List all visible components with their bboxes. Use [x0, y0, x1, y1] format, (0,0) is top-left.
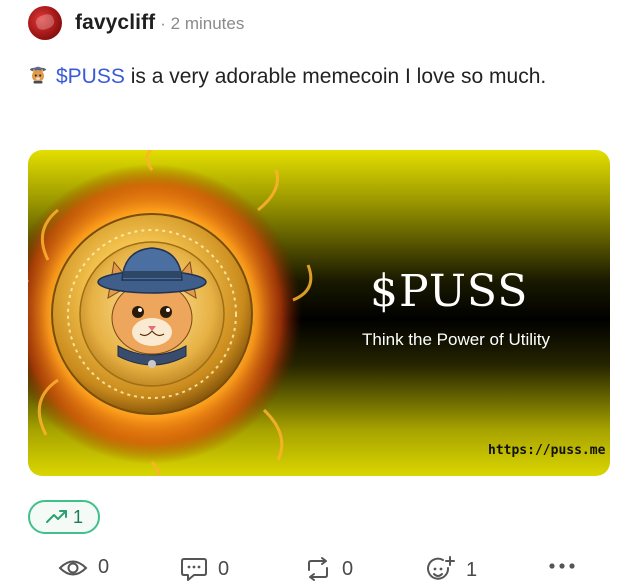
eye-icon — [58, 560, 88, 575]
banner-url: https://puss.me — [488, 443, 606, 458]
reactions-button[interactable]: 1 — [426, 556, 477, 584]
reposts-count: 0 — [342, 557, 354, 580]
comments-count: 0 — [218, 557, 230, 580]
timestamp[interactable]: · 2 minutes — [160, 14, 244, 34]
trend-count: 1 — [72, 506, 83, 527]
comments-button[interactable]: 0 — [180, 556, 229, 582]
more-icon — [549, 563, 575, 569]
post-card: favycliff · 2 minutes $PUSS is a very ad… — [0, 0, 640, 588]
post-image[interactable]: $PUSS Think the Power of Utility https:/… — [28, 150, 610, 476]
trend-badge[interactable]: 1 — [28, 500, 100, 534]
comment-icon — [181, 558, 207, 581]
post-header: favycliff · 2 minutes — [28, 6, 244, 40]
post-body: $PUSS is a very adorable memecoin I love… — [28, 58, 618, 95]
cat-emoji-icon — [30, 66, 46, 84]
views-count: 0 — [98, 556, 110, 578]
post-text: is a very adorable memecoin I love so mu… — [124, 65, 547, 88]
views-button[interactable]: 0 — [58, 556, 109, 579]
reactions-count: 1 — [466, 558, 478, 581]
banner-title: $PUSS — [370, 266, 529, 317]
trending-up-icon — [45, 510, 67, 523]
repost-button[interactable]: 0 — [304, 556, 353, 582]
repost-icon — [308, 557, 328, 581]
ticker-link[interactable]: $PUSS — [56, 65, 125, 88]
more-options-button[interactable] — [548, 562, 586, 570]
action-bar: 0 0 0 1 — [0, 554, 640, 588]
avatar[interactable] — [28, 6, 62, 40]
username[interactable]: favycliff — [75, 11, 155, 35]
banner-tagline: Think the Power of Utility — [362, 330, 551, 349]
add-reaction-icon — [427, 556, 455, 580]
